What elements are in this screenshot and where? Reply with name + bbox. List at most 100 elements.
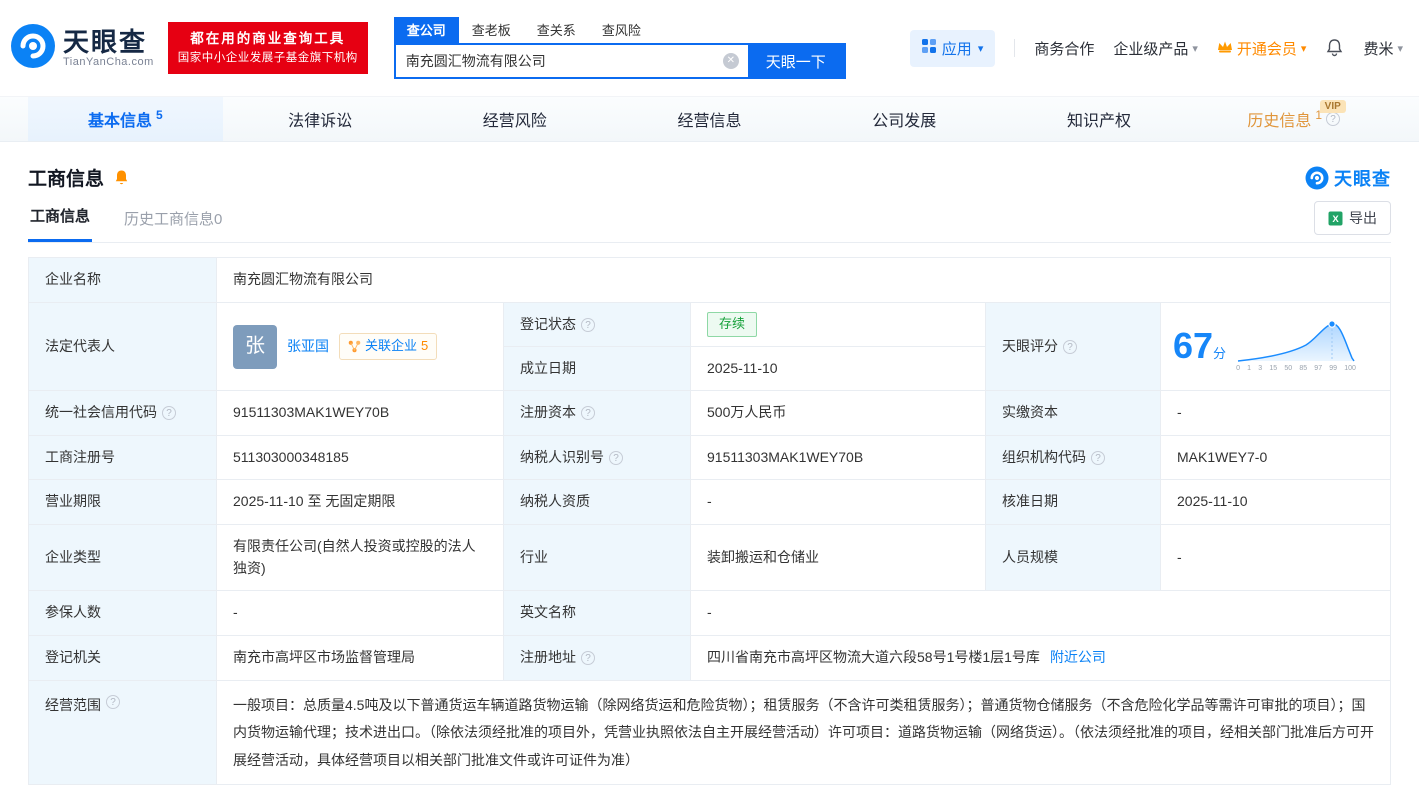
search-tab-relation[interactable]: 查关系: [524, 17, 589, 43]
tab-operating-risk[interactable]: 经营风险: [417, 97, 612, 141]
help-icon[interactable]: ?: [1326, 112, 1341, 126]
subtab-history-info[interactable]: 历史工商信息0: [122, 208, 224, 242]
crown-icon: [1217, 39, 1233, 57]
legal-rep-avatar[interactable]: 张: [233, 324, 277, 369]
tab-label: 基本信息: [88, 113, 153, 130]
value-taxpayer-quality: -: [691, 480, 986, 525]
tab-basic-info[interactable]: 基本信息 5: [28, 97, 223, 141]
help-icon[interactable]: ?: [1063, 339, 1077, 354]
value-english-name: -: [691, 591, 1391, 636]
graph-icon: [348, 340, 361, 353]
field-label-company-name: 企业名称: [29, 258, 217, 303]
nav-item-enterprise[interactable]: 企业级产品 ▾: [1113, 38, 1198, 59]
help-icon[interactable]: ?: [162, 406, 176, 420]
excel-icon: X: [1328, 211, 1343, 225]
value-legal-rep: 张 张亚国 关联企业 5: [217, 303, 504, 391]
field-label-industry: 行业: [504, 525, 691, 591]
search-input[interactable]: [395, 45, 723, 77]
value-company-name: 南充圆汇物流有限公司: [217, 258, 1391, 303]
section-title: 工商信息: [28, 169, 105, 190]
legal-rep-name-link[interactable]: 张亚国: [287, 336, 329, 358]
field-label-credit-code: 统一社会信用代码?: [29, 391, 217, 436]
notifications-bell[interactable]: [1325, 38, 1344, 58]
help-icon[interactable]: ?: [1091, 450, 1105, 465]
nav-item-cooperation[interactable]: 商务合作: [1034, 38, 1094, 59]
tianyancha-logo-icon: [1305, 166, 1329, 189]
user-menu[interactable]: 费米 ▾: [1363, 38, 1403, 59]
tab-company-development[interactable]: 公司发展: [807, 97, 1002, 141]
search-button[interactable]: 天眼一下: [747, 45, 844, 77]
tab-label: 知识产权: [1066, 113, 1131, 130]
tab-intellectual-property[interactable]: 知识产权: [1002, 97, 1197, 141]
apps-label: 应用: [941, 40, 972, 58]
value-company-type: 有限责任公司(自然人投资或控股的法人独资): [217, 525, 504, 591]
tab-operating-info[interactable]: 经营信息: [612, 97, 807, 141]
nearby-companies-link[interactable]: 附近公司: [1050, 647, 1106, 669]
value-org-code: MAK1WEY7-0: [1161, 436, 1391, 480]
value-business-scope: 一般项目：总质量4.5吨及以下普通货运车辆道路货物运输（除网络货运和危险货物）；…: [217, 681, 1391, 785]
help-icon[interactable]: ?: [609, 450, 623, 465]
watermark-brand: 天眼查: [1334, 168, 1391, 189]
tianyancha-logo[interactable]: 天眼查 TianYanCha.com: [10, 23, 154, 74]
score-distribution-chart: 0 1 3 15 50 85 97 99 100: [1236, 318, 1356, 375]
svg-text:X: X: [1332, 214, 1339, 225]
company-detail-tabs: 基本信息 5 法律诉讼 经营风险 经营信息 公司发展 知识产权 VIP 历史信息…: [0, 97, 1419, 142]
related-companies-badge[interactable]: 关联企业 5: [339, 333, 438, 360]
field-label-staff-size: 人员规模: [986, 525, 1161, 591]
tab-label: 历史信息: [1247, 113, 1312, 130]
help-icon[interactable]: ?: [581, 651, 595, 665]
search-area: 查公司 查老板 查关系 查风险 ✕ 天眼一下: [393, 17, 846, 79]
help-icon[interactable]: ?: [106, 695, 120, 709]
promo-banner: 都在用的商业查询工具 国家中小企业发展子基金旗下机构: [167, 22, 368, 74]
chevron-down-icon: ▾: [1300, 42, 1307, 55]
help-icon[interactable]: ?: [581, 317, 595, 332]
apps-grid-icon: [921, 39, 936, 57]
field-label-est-date: 成立日期: [504, 347, 691, 391]
chevron-down-icon: ▾: [1192, 42, 1198, 55]
field-label-reg-number: 工商注册号: [29, 436, 217, 480]
related-companies-count: 5: [421, 338, 429, 354]
tianyancha-logo-icon: [10, 23, 56, 74]
membership-label: 开通会员: [1236, 40, 1297, 58]
value-tyc-score[interactable]: 67分 0 1 3 15 50 85 97 99 100: [1161, 303, 1391, 391]
monitor-bell-icon[interactable]: [113, 169, 130, 187]
tab-legal-litigation[interactable]: 法律诉讼: [223, 97, 418, 141]
tab-history-info[interactable]: VIP 历史信息 1 ?: [1196, 97, 1391, 141]
field-label-approval-date: 核准日期: [986, 480, 1161, 525]
apps-menu[interactable]: 应用 ▾: [909, 29, 996, 67]
field-label-english-name: 英文名称: [504, 591, 691, 636]
field-label-legal-rep: 法定代表人: [29, 303, 217, 391]
help-icon[interactable]: ?: [581, 406, 595, 420]
enterprise-label: 企业级产品: [1113, 40, 1189, 58]
field-label-business-term: 营业期限: [29, 480, 217, 525]
brand-name: 天眼查: [63, 26, 148, 57]
chevron-down-icon: ▾: [1397, 42, 1403, 55]
page-header: 天眼查 TianYanCha.com 都在用的商业查询工具 国家中小企业发展子基…: [0, 0, 1419, 97]
nav-item-membership[interactable]: 开通会员 ▾: [1217, 38, 1307, 59]
value-approval-date: 2025-11-10: [1161, 480, 1391, 525]
business-registration-table: 企业名称 南充圆汇物流有限公司 法定代表人 张 张亚国 关联企业 5 登记状态?…: [28, 257, 1391, 785]
value-staff-size: -: [1161, 525, 1391, 591]
divider: [1014, 39, 1016, 57]
value-credit-code: 91511303MAK1WEY70B: [217, 391, 504, 436]
section-header: 工商信息 天眼查: [0, 142, 1419, 195]
tab-label: 法律诉讼: [288, 113, 353, 130]
vip-badge: VIP: [1319, 100, 1346, 113]
value-reg-status: 存续: [691, 303, 986, 347]
export-button[interactable]: X 导出: [1314, 201, 1391, 235]
field-label-registry: 登记机关: [29, 636, 217, 681]
score-unit: 分: [1213, 346, 1227, 362]
search-tab-boss[interactable]: 查老板: [459, 17, 524, 43]
username: 费米: [1363, 40, 1394, 58]
value-insured: -: [217, 591, 504, 636]
address-text: 四川省南充市高坪区物流大道六段58号1号楼1层1号库: [707, 649, 1040, 666]
field-label-company-type: 企业类型: [29, 525, 217, 591]
subtab-current-info[interactable]: 工商信息: [28, 205, 93, 242]
search-tab-company[interactable]: 查公司: [393, 17, 459, 43]
related-companies-link: 关联企业: [365, 338, 418, 354]
search-tab-risk[interactable]: 查风险: [589, 17, 654, 43]
bell-icon: [1327, 39, 1343, 57]
clear-search-icon[interactable]: ✕: [722, 53, 739, 69]
field-label-org-code: 组织机构代码?: [986, 436, 1161, 480]
banner-line1: 都在用的商业查询工具: [190, 31, 346, 47]
